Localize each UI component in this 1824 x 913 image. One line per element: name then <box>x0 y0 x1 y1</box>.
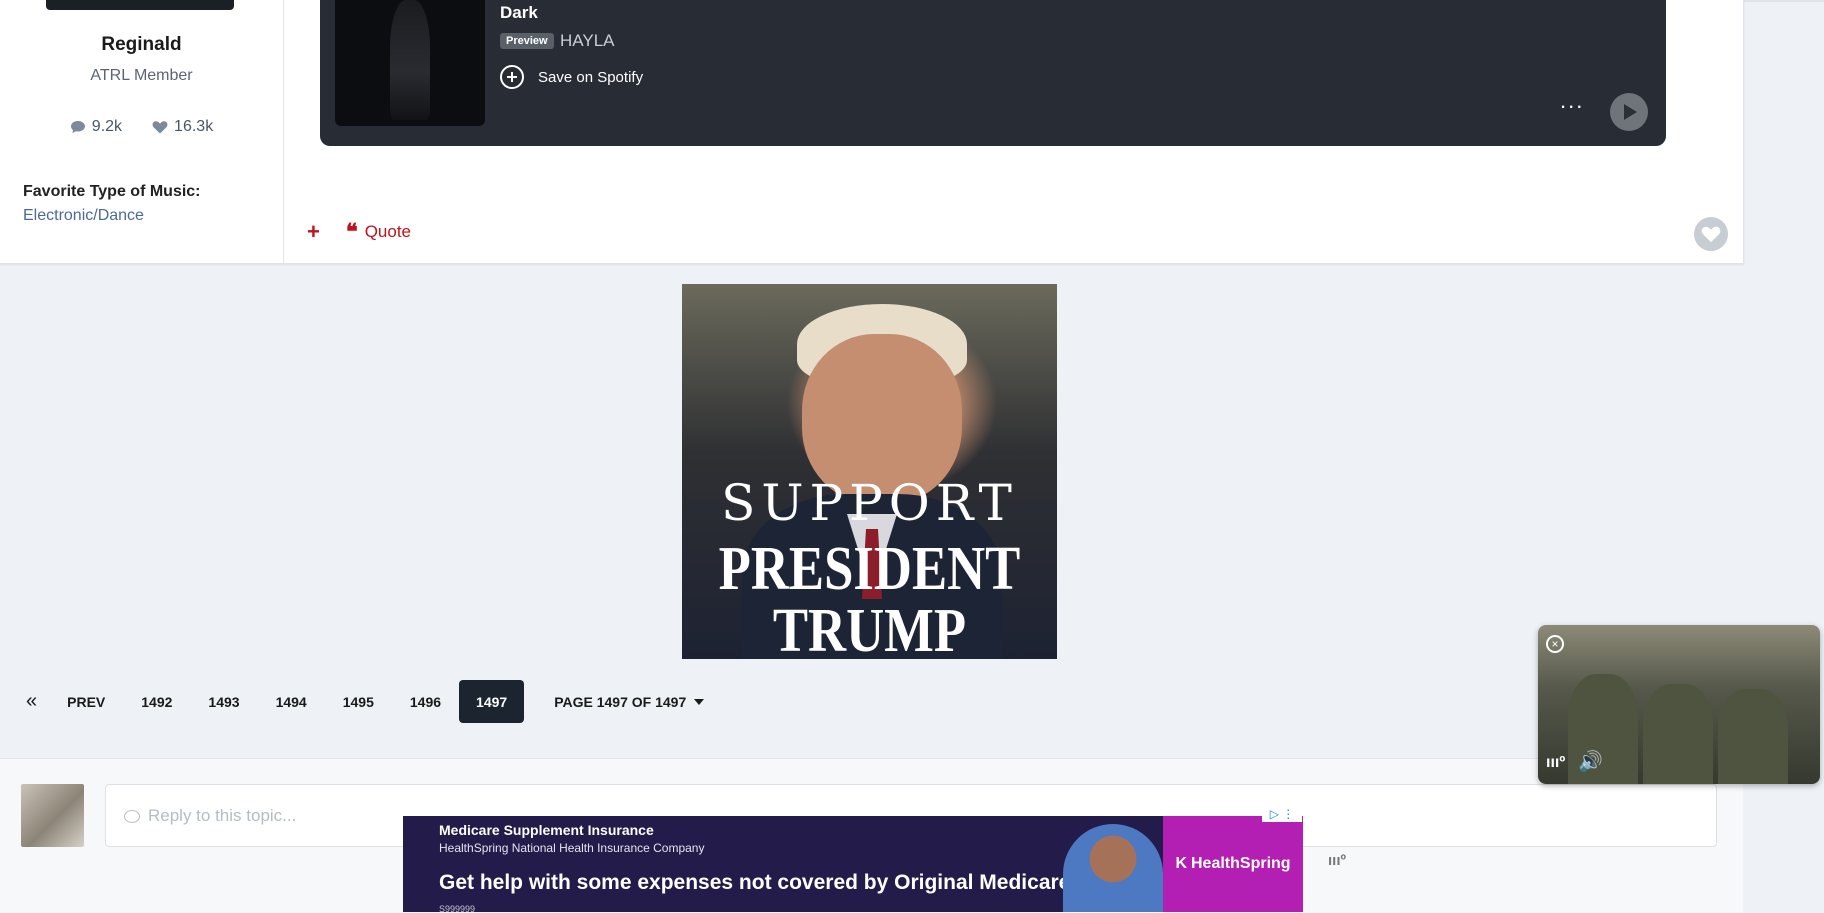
more-options-button[interactable]: ... <box>1560 90 1584 112</box>
reply-placeholder[interactable]: Reply to this topic... <box>124 806 296 826</box>
save-on-spotify-button[interactable]: Save on Spotify <box>500 65 643 89</box>
post-count: 9.2k <box>70 118 122 136</box>
add-circle-icon <box>500 65 524 89</box>
reply-placeholder-text: Reply to this topic... <box>148 806 297 825</box>
preview-badge: Preview <box>500 33 554 49</box>
sound-icon[interactable]: 🔊 <box>1578 749 1603 774</box>
adchoices-icon[interactable]: ▷ ⋮ <box>1262 806 1302 822</box>
healthspring-mark-icon: K <box>1175 855 1187 872</box>
like-count: 16.3k <box>152 118 213 136</box>
page-link[interactable]: 1493 <box>190 680 257 723</box>
author-avatar[interactable] <box>46 0 234 10</box>
quote-button[interactable]: ❝ Quote <box>345 219 412 245</box>
close-icon[interactable]: × <box>1546 635 1564 653</box>
page-link[interactable]: 1496 <box>392 680 459 723</box>
banner-headline: Get help with some expenses not covered … <box>439 871 1077 894</box>
comment-icon <box>70 121 85 133</box>
page-jump-dropdown[interactable]: PAGE 1497 OF 1497 <box>536 680 722 723</box>
page-link[interactable]: 1495 <box>325 680 392 723</box>
current-user-avatar <box>21 784 84 847</box>
ad-network-logo: ıııº <box>1546 754 1566 771</box>
author-panel: Reginald ATRL Member 9.2k 16.3k Favorite… <box>0 0 284 263</box>
caret-down-icon <box>694 698 705 705</box>
promo-text-line3: TRUMP <box>772 597 967 659</box>
heart-icon <box>1701 226 1721 243</box>
multiquote-add-button[interactable]: + <box>307 221 320 243</box>
banner-subtitle: HealthSpring National Health Insurance C… <box>439 841 705 855</box>
page-link[interactable]: 1492 <box>123 680 190 723</box>
album-cover[interactable] <box>335 0 485 126</box>
like-count-value: 16.3k <box>174 118 214 135</box>
react-heart-button[interactable] <box>1694 217 1728 251</box>
quote-label: Quote <box>364 222 412 241</box>
author-name[interactable]: Reginald <box>0 34 283 56</box>
first-page-button[interactable]: « <box>14 680 49 723</box>
quote-icon: ❝ <box>345 219 358 245</box>
video-ad-player[interactable]: × ıııº 🔊 <box>1538 625 1820 784</box>
post-actions: + ❝ Quote <box>307 219 412 245</box>
page-link-active[interactable]: 1497 <box>459 680 525 723</box>
banner-photo <box>1063 824 1163 912</box>
banner-ad[interactable]: Medicare Supplement Insurance HealthSpri… <box>403 816 1303 912</box>
ad-network-logo: ıııº <box>1328 852 1346 869</box>
artist-name[interactable]: HAYLA <box>560 31 615 51</box>
favorite-music-value: Electronic/Dance <box>23 207 144 224</box>
promo-text-line1: SUPPORT <box>721 474 1018 532</box>
banner-code: S999999 <box>439 904 476 912</box>
promo-text-line2: PRESIDENT <box>718 535 1021 603</box>
track-title[interactable]: Dark <box>500 3 538 23</box>
post-count-value: 9.2k <box>91 118 123 135</box>
comment-icon <box>124 809 140 823</box>
author-group: ATRL Member <box>90 67 193 84</box>
spotify-embed: Dark Preview HAYLA Save on Spotify ... <box>320 0 1666 146</box>
page-link[interactable]: 1494 <box>258 680 325 723</box>
prev-page-button[interactable]: PREV <box>49 680 123 723</box>
banner-title: Medicare Supplement Insurance <box>439 822 654 838</box>
play-button[interactable] <box>1610 93 1648 131</box>
promo-image-ad[interactable]: SUPPORT PRESIDENT TRUMP <box>682 284 1057 659</box>
forum-post: Reginald ATRL Member 9.2k 16.3k Favorite… <box>0 0 1744 264</box>
save-on-spotify-label: Save on Spotify <box>538 68 644 86</box>
healthspring-brand: HealthSpring <box>1191 855 1291 872</box>
favorite-music-label: Favorite Type of Music: <box>23 183 201 200</box>
author-stats: 9.2k 16.3k <box>0 118 283 136</box>
healthspring-logo: K HealthSpring <box>1163 816 1303 912</box>
page-jump-label: PAGE 1497 OF 1497 <box>554 693 687 710</box>
pagination: « PREV 1492 1493 1494 1495 1496 1497 PAG… <box>14 680 722 723</box>
heart-icon <box>152 121 168 134</box>
